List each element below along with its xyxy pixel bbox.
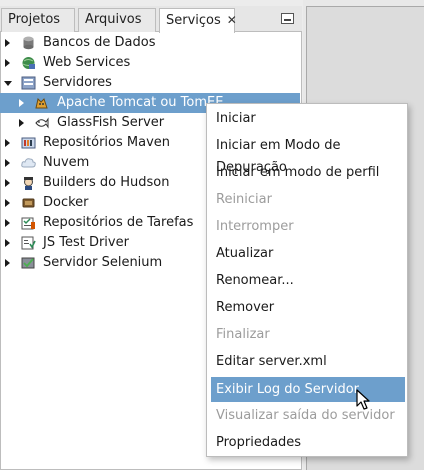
tab-projects[interactable]: Projetos [1,8,75,32]
tree-node-label: Servidores [43,75,112,90]
docker-icon [22,198,35,208]
ide-window: Projetos Arquivos Serviços ✕ Bancos de Da… [0,0,424,470]
collapse-arrow-icon[interactable] [4,81,12,86]
menu-item-stop: Interromper [216,219,294,234]
menu-item-finish: Finalizar [216,327,270,342]
expand-arrow-icon[interactable] [5,179,10,187]
expand-arrow-icon[interactable] [5,219,10,227]
tab-services-label: Serviços [166,13,221,28]
tree-node-web-services[interactable]: Web Services [0,53,300,73]
menu-item-view-server-output: Visualizar saída do servidor [216,408,395,423]
js-test-driver-icon [21,236,36,250]
globe-icon [22,57,35,69]
menu-item-start-debug[interactable]: Iniciar em Modo de Depuração [207,135,407,175]
close-icon[interactable]: ✕ [227,13,237,27]
expand-arrow-icon[interactable] [5,139,10,147]
tomcat-icon [35,98,48,109]
tree-node-label: Web Services [43,55,131,70]
tree-node-label: GlassFish Server [57,115,165,130]
tree-node-label: Apache Tomcat ou TomEE [57,95,224,110]
expand-arrow-icon[interactable] [5,199,10,207]
tab-files[interactable]: Arquivos [78,8,156,32]
database-icon [23,36,34,50]
expand-arrow-icon[interactable] [19,99,24,107]
tree-node-label: JS Test Driver [43,235,129,250]
cloud-icon [21,158,36,168]
tree-node-label: Bancos de Dados [43,35,156,50]
task-repository-icon [21,217,35,230]
server-icon [21,76,36,90]
tab-projects-label: Projetos [8,12,61,27]
tab-services[interactable]: Serviços ✕ [159,8,237,33]
tree-node-databases[interactable]: Bancos de Dados [0,33,300,53]
menu-item-remove[interactable]: Remover [207,297,407,319]
tree-node-label: Servidor Selenium [43,255,163,270]
tree-node-servers[interactable]: Servidores [0,73,300,93]
tree-node-label: Nuvem [43,155,90,170]
mouse-pointer-icon [356,389,370,410]
tree-node-label: Repositórios de Tarefas [43,215,194,230]
expand-arrow-icon[interactable] [5,259,10,267]
glassfish-icon [35,117,49,129]
tab-files-label: Arquivos [85,12,142,27]
menu-item-properties[interactable]: Propriedades [207,432,407,454]
panel-tab-bar: Projetos Arquivos Serviços ✕ [0,6,302,33]
menu-item-restart: Reiniciar [216,192,272,207]
maven-icon [21,137,36,149]
tree-node-label: Docker [43,195,89,210]
expand-arrow-icon[interactable] [5,39,10,47]
menu-item-edit-server-xml[interactable]: Editar server.xml [207,351,407,373]
menu-item-start-profile[interactable]: Iniciar em modo de perfil [207,162,407,184]
menu-item-refresh[interactable]: Atualizar [207,243,407,265]
menu-item-rename[interactable]: Renomear... [207,270,407,292]
expand-arrow-icon[interactable] [5,239,10,247]
menu-item-view-server-log[interactable]: Exibir Log do Servidor [211,377,405,402]
expand-arrow-icon[interactable] [5,159,10,167]
menu-item-start[interactable]: Iniciar [207,108,407,130]
selenium-icon [21,257,35,269]
tree-node-label: Repositórios Maven [43,135,171,150]
hudson-icon [24,177,33,190]
server-context-menu: Iniciar Iniciar em Modo de Depuração Ini… [206,103,408,457]
minimize-icon[interactable] [281,13,294,24]
tree-node-label: Builders do Hudson [43,175,170,190]
expand-arrow-icon[interactable] [19,119,24,127]
expand-arrow-icon[interactable] [5,59,10,67]
